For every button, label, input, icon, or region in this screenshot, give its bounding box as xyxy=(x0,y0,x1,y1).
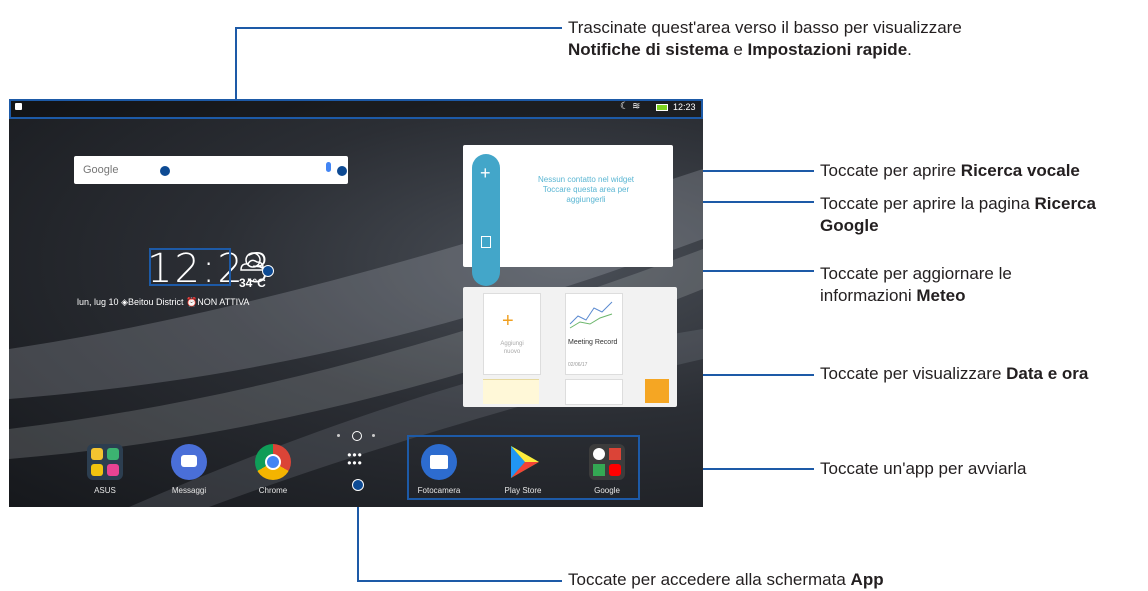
callout-impostazioni: Impostazioni rapide xyxy=(747,40,908,59)
clock-date-row: lun, lug 10 ◈Beitou District ⏰NON ATTIVA xyxy=(77,297,377,308)
all-apps-grid-icon: ••• ••• xyxy=(347,448,363,470)
contacts-line1: Nessun contatto nel widget xyxy=(537,175,635,184)
callout-google-search: Toccate per aprire la pagina Ricerca Goo… xyxy=(820,193,1096,237)
callout-date-time: Toccate per visualizzare Data e ora xyxy=(820,363,1088,385)
callout-weather-bold: Meteo xyxy=(916,286,966,305)
memo-chart-thumbnail xyxy=(569,301,613,329)
leader-statusbar-v xyxy=(235,27,237,100)
chrome-icon-center xyxy=(265,454,281,470)
callout-apps-bold: App xyxy=(850,570,884,589)
marker-voice-search xyxy=(336,165,348,177)
callout-app-launch-text: Toccate un'app per avviarla xyxy=(820,459,1027,478)
weather-temp[interactable]: 34°C xyxy=(239,276,266,290)
contacts-action-pill: + xyxy=(472,154,500,286)
dock-app-chrome[interactable] xyxy=(255,444,291,480)
add-memo-line2: nuovo xyxy=(503,349,521,355)
memo-meeting-title: Meeting Record xyxy=(568,339,618,346)
dock-app-messaggi[interactable] xyxy=(171,444,207,480)
memo-widget[interactable]: + Aggiungi nuovo Meeting Record 02/06/17 xyxy=(463,287,677,407)
callout-app-launch: Toccate un'app per avviarla xyxy=(820,458,1026,480)
clock-location: Beitou District xyxy=(127,297,184,307)
callout-statusbar-line1: Trascinate quest'area verso il basso per… xyxy=(568,18,962,37)
callout-weather: Toccate per aggiornare le informazioni M… xyxy=(820,263,1012,307)
callout-voice-search: Toccate per aprire Ricerca vocale xyxy=(820,160,1080,182)
add-memo-line1: Aggiungi xyxy=(500,341,524,347)
marker-weather xyxy=(262,265,274,277)
add-memo-label: Aggiungi nuovo xyxy=(484,340,540,356)
marker-all-apps xyxy=(352,479,364,491)
dock-apps-highlight xyxy=(407,435,640,500)
callout-notifiche: Notifiche di sistema xyxy=(568,40,729,59)
memo-lined-note[interactable] xyxy=(483,379,539,404)
callout-google-text: Toccate per aprire la pagina xyxy=(820,194,1035,213)
page-dot-current xyxy=(352,431,362,441)
asus-folder-icon-1 xyxy=(91,448,103,460)
callout-apps-screen: Toccate per accedere alla schermata App xyxy=(568,569,884,591)
google-search-bar[interactable]: Google xyxy=(74,156,348,184)
all-apps-button[interactable]: ••• ••• xyxy=(340,448,370,481)
memo-project-note[interactable] xyxy=(565,379,623,405)
edit-contact-icon[interactable] xyxy=(481,236,491,248)
callout-weather-line1: Toccate per aggiornare le xyxy=(820,264,1012,283)
dock-label-messaggi: Messaggi xyxy=(171,486,207,495)
dock-label-chrome: Chrome xyxy=(258,486,288,495)
callout-voice-text: Toccate per aprire xyxy=(820,161,961,180)
add-memo-plus-icon: + xyxy=(502,310,514,332)
leader-statusbar-h xyxy=(235,27,562,29)
memo-meeting-record[interactable]: Meeting Record 02/06/17 xyxy=(565,293,623,375)
clock-alarm: NON ATTIVA xyxy=(197,297,250,307)
callout-e: e xyxy=(728,40,748,59)
page-dot-3 xyxy=(372,434,375,437)
callout-voice-bold: Ricerca vocale xyxy=(960,161,1080,180)
add-new-memo[interactable]: + Aggiungi nuovo xyxy=(483,293,541,375)
statusbar-highlight xyxy=(9,99,703,119)
callout-weather-text: informazioni xyxy=(820,286,917,305)
location-icon: ◈ xyxy=(121,297,128,307)
asus-folder-icon-3 xyxy=(91,464,103,476)
callout-date-text: Toccate per visualizzare xyxy=(820,364,1007,383)
clock-date: lun, lug 10 xyxy=(77,297,119,307)
mic-icon[interactable] xyxy=(326,162,331,172)
callout-statusbar: Trascinate quest'area verso il basso per… xyxy=(568,17,962,61)
page-dot-1 xyxy=(337,434,340,437)
messaggi-icon xyxy=(181,455,197,467)
leader-apps-h xyxy=(357,580,562,582)
clock-time-highlight xyxy=(149,248,231,286)
tablet-home-screen: ☾ ≋ 12:23 Google 12:23 34°C lun, lug 10 … xyxy=(9,99,703,507)
marker-google-search xyxy=(159,165,171,177)
asus-folder-icon-2 xyxy=(107,448,119,460)
contacts-widget-text: Nessun contatto nel widget Toccare quest… xyxy=(501,175,671,205)
contacts-line2: Toccare questa area per xyxy=(542,185,630,194)
asus-folder-icon-4 xyxy=(107,464,119,476)
add-contact-icon[interactable]: + xyxy=(480,163,491,184)
callout-google-bold2: Google xyxy=(820,216,879,235)
google-logo: Google xyxy=(83,164,119,176)
callout-google-bold1: Ricerca xyxy=(1034,194,1096,213)
memo-meeting-date: 02/06/17 xyxy=(568,362,588,368)
page-indicator xyxy=(335,431,375,441)
memo-app-icon[interactable] xyxy=(645,379,669,403)
callout-apps-text: Toccate per accedere alla schermata xyxy=(568,570,851,589)
dock-app-asus[interactable] xyxy=(87,444,123,480)
callout-period: . xyxy=(907,40,912,59)
callout-date-bold: Data e ora xyxy=(1006,364,1089,383)
alarm-icon: ⏰ xyxy=(186,297,198,307)
contacts-line3: aggiungerli xyxy=(566,195,606,204)
dock-label-asus: ASUS xyxy=(94,486,116,495)
